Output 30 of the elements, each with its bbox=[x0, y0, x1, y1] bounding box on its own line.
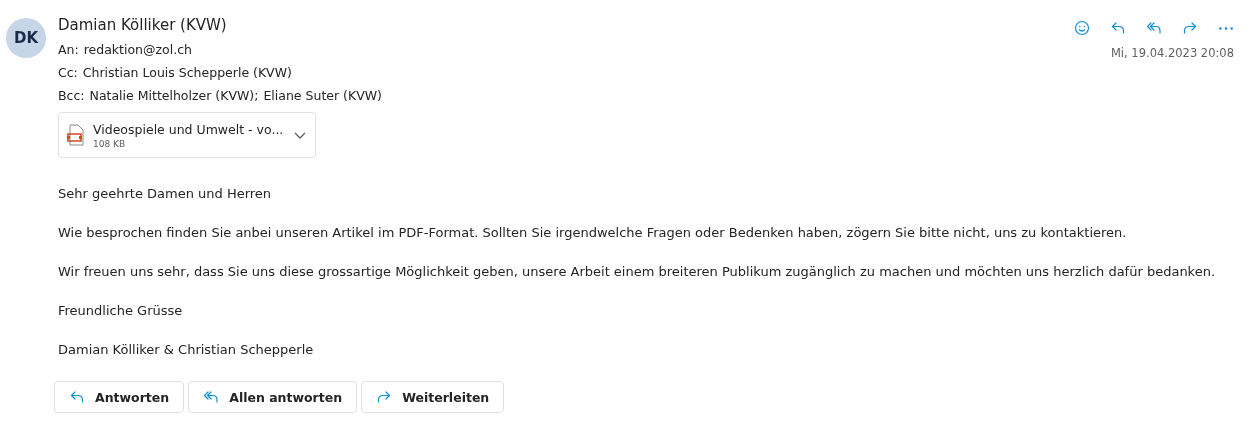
message-paragraph: Sehr geehrte Damen und Herren bbox=[58, 186, 273, 201]
reply-all-icon bbox=[1146, 20, 1162, 36]
recipient-name[interactable]: Natalie Mittelholzer (KVW); bbox=[89, 88, 259, 103]
recipient-name[interactable]: redaktion@zol.ch bbox=[83, 42, 192, 57]
more-icon bbox=[1219, 26, 1233, 30]
forward-icon bbox=[376, 389, 393, 405]
recipient-label: An: bbox=[58, 42, 79, 57]
message-paragraph: Freundliche Grüsse bbox=[58, 303, 184, 318]
reply-icon bbox=[69, 389, 85, 405]
emoji-icon bbox=[1074, 20, 1090, 36]
reply-button[interactable]: Antworten bbox=[54, 381, 185, 413]
recipient-name[interactable]: Christian Louis Schepperle (KVW) bbox=[82, 65, 292, 80]
attachment-size: 108 KB bbox=[93, 138, 127, 149]
pdf-file-icon bbox=[67, 124, 85, 146]
recipient-label: Cc: bbox=[58, 65, 78, 80]
forward-icon bbox=[1182, 20, 1198, 36]
message-paragraph: Damian Kölliker & Christian Schepperle bbox=[58, 342, 315, 357]
sent-date: Mi, 19.04.2023 20:08 bbox=[1110, 46, 1234, 60]
attachment-card[interactable]: Videospiele und Umwelt - vo... 108 KB bbox=[58, 112, 316, 158]
sender-name: Damian Kölliker (KVW) bbox=[58, 16, 228, 34]
message-paragraph: Wie besprochen finden Sie anbei unseren Artikel im PDF-Format. Sollten Sie irgendwelche Fragen oder Bedenken haben, zögern Sie bitte nicht, uns zu kontaktieren. bbox=[58, 225, 1128, 240]
recipient-name[interactable]: Eliane Suter (KVW) bbox=[263, 88, 382, 103]
message-paragraph: Wir freuen uns sehr, dass Sie uns diese grossartige Möglichkeit geben, unsere Arbeit einem breiteren Publikum zugänglich zu machen und möchten uns herzlich dafür bedanken. bbox=[58, 264, 1217, 279]
reply-all-icon bbox=[203, 389, 220, 405]
forward-button[interactable]: Weiterleiten bbox=[361, 381, 505, 413]
recipient-label: Bcc: bbox=[58, 88, 85, 103]
reply-icon bbox=[1110, 20, 1126, 36]
attachment-name: Videospiele und Umwelt - vo... bbox=[93, 121, 285, 137]
avatar: DK bbox=[6, 18, 46, 58]
reply-all-button[interactable]: Allen antworten bbox=[188, 381, 358, 413]
